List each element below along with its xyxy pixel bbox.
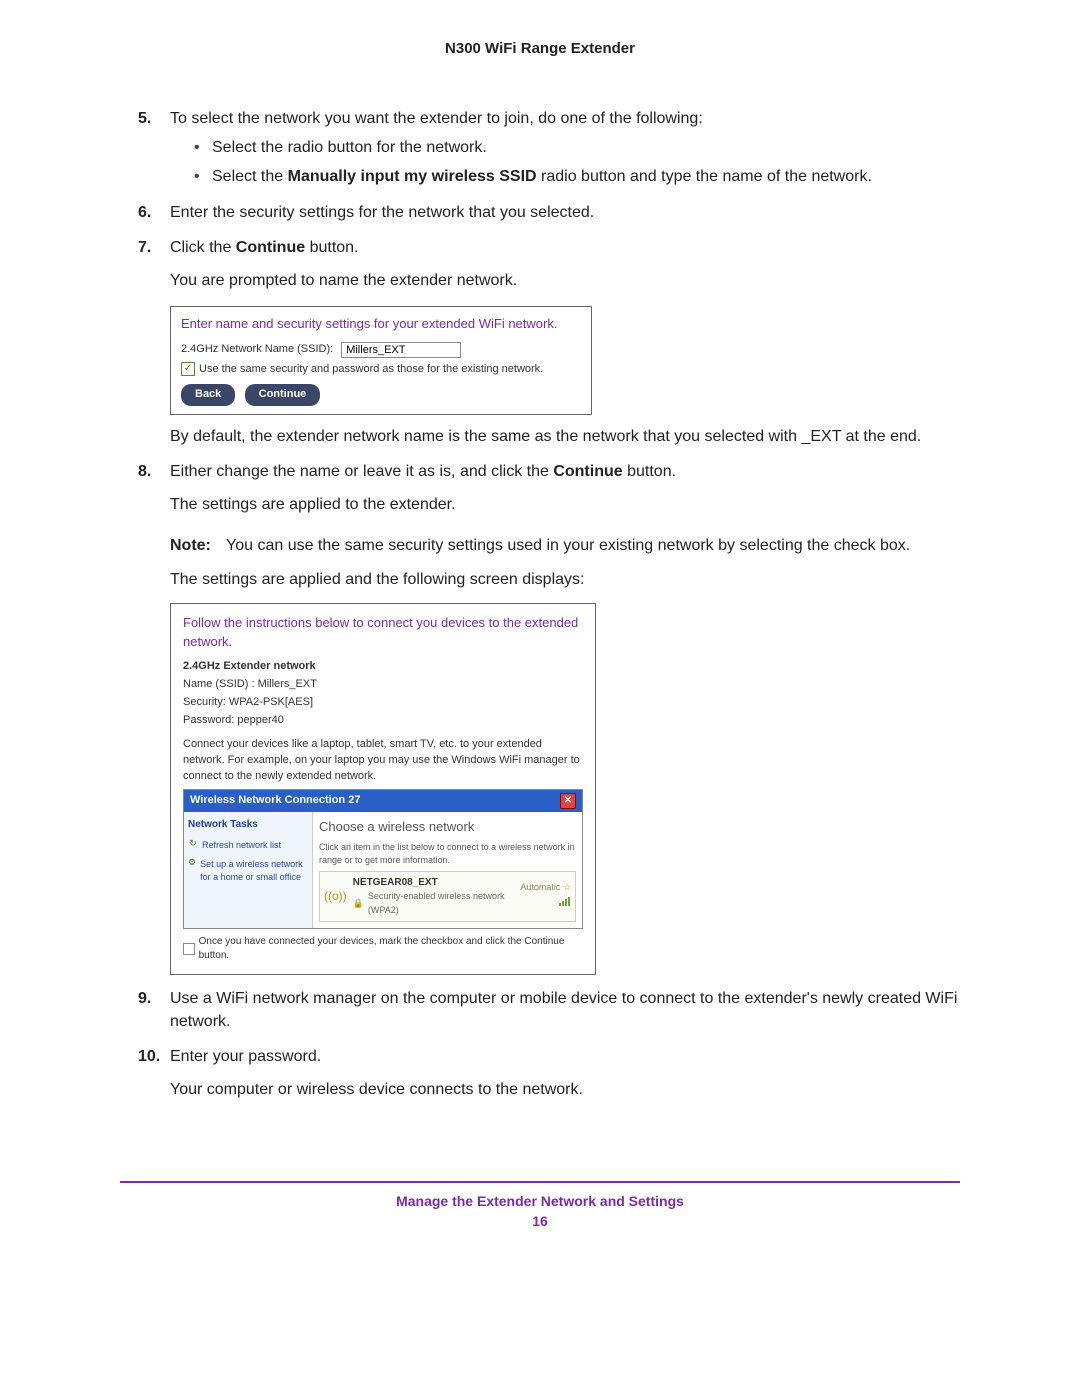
- step-5-num: 5.: [138, 107, 151, 130]
- shot2-ssid: Name (SSID) : Millers_EXT: [183, 677, 583, 693]
- close-icon[interactable]: ✕: [560, 793, 576, 809]
- xp-network-item[interactable]: ((o)) NETGEAR08_EXT 🔒 Security-enabled w…: [319, 871, 576, 922]
- shot1-ssid-label: 2.4GHz Network Name (SSID):: [181, 342, 333, 358]
- step-10-num: 10.: [138, 1045, 160, 1068]
- xp-main-sub: Click an item in the list below to conne…: [319, 841, 576, 867]
- step-7-after: By default, the extender network name is…: [170, 425, 960, 448]
- step-8-num: 8.: [138, 460, 151, 483]
- footer-text: Manage the Extender Network and Settings: [120, 1193, 960, 1209]
- step-5-bullet-1: Select the radio button for the network.: [190, 136, 960, 159]
- wifi-icon: ((o)): [324, 888, 347, 905]
- lock-icon: 🔒: [353, 897, 364, 910]
- shot2-final-text: Once you have connected your devices, ma…: [199, 935, 583, 964]
- step-6-num: 6.: [138, 201, 151, 224]
- xp-task-refresh[interactable]: ↻ Refresh network list: [188, 839, 308, 852]
- step-9: 9. Use a WiFi network manager on the com…: [120, 987, 960, 1033]
- screenshot-connect-instructions: Follow the instructions below to connect…: [170, 603, 596, 975]
- step-7-para: You are prompted to name the extender ne…: [170, 269, 960, 292]
- shot1-title: Enter name and security settings for you…: [181, 315, 581, 334]
- step-5-text: To select the network you want the exten…: [170, 110, 703, 127]
- shot1-ssid-input[interactable]: [341, 342, 461, 358]
- step-7-num: 7.: [138, 236, 151, 259]
- step-8-para1: The settings are applied to the extender…: [170, 493, 960, 516]
- setup-icon: ⚙: [188, 858, 196, 868]
- xp-task-setup[interactable]: ⚙ Set up a wireless network for a home o…: [188, 858, 308, 884]
- step-8-para2: The settings are applied and the followi…: [170, 568, 960, 591]
- step-9-num: 9.: [138, 987, 151, 1010]
- step-10-text: Enter your password.: [170, 1048, 321, 1065]
- step-8: 8. Either change the name or leave it as…: [120, 460, 960, 975]
- shot1-checkbox-icon[interactable]: ✓: [181, 362, 195, 376]
- shot2-final-checkbox[interactable]: [183, 943, 195, 955]
- screenshot-name-security: Enter name and security settings for you…: [170, 306, 592, 415]
- header-title: N300 WiFi Range Extender: [120, 40, 960, 57]
- step-10-para: Your computer or wireless device connect…: [170, 1078, 960, 1101]
- shot2-desc: Connect your devices like a laptop, tabl…: [183, 737, 583, 785]
- xp-title-text: Wireless Network Connection 27: [190, 793, 360, 809]
- step-9-text: Use a WiFi network manager on the comput…: [170, 990, 957, 1030]
- page-number: 16: [120, 1213, 960, 1229]
- xp-net-security: Security-enabled wireless network (WPA2): [368, 890, 514, 916]
- step-8-note: Note: You can use the same security sett…: [170, 534, 960, 557]
- star-icon: ☆: [563, 882, 571, 892]
- footer: Manage the Extender Network and Settings…: [120, 1181, 960, 1229]
- step-6-text: Enter the security settings for the netw…: [170, 204, 594, 221]
- step-6: 6. Enter the security settings for the n…: [120, 201, 960, 224]
- note-label: Note:: [170, 534, 226, 557]
- xp-tasks-title: Network Tasks: [188, 818, 308, 833]
- signal-icon: [557, 894, 571, 904]
- xp-net-auto: Automatic: [520, 882, 560, 892]
- step-7: 7. Click the Continue button. You are pr…: [120, 236, 960, 448]
- refresh-icon: ↻: [188, 839, 198, 849]
- shot2-security: Security: WPA2-PSK[AES]: [183, 695, 583, 711]
- step-8-text: Either change the name or leave it as is…: [170, 463, 676, 480]
- shot1-back-button[interactable]: Back: [181, 384, 235, 406]
- step-10: 10. Enter your password. Your computer o…: [120, 1045, 960, 1101]
- xp-wifi-window: Wireless Network Connection 27 ✕ Network…: [183, 789, 583, 929]
- shot2-title: Follow the instructions below to connect…: [183, 614, 583, 652]
- shot1-continue-button[interactable]: Continue: [245, 384, 321, 406]
- step-5-bullet-2: Select the Manually input my wireless SS…: [190, 165, 960, 188]
- shot1-checkbox-label: Use the same security and password as th…: [199, 362, 543, 378]
- step-5: 5. To select the network you want the ex…: [120, 107, 960, 189]
- xp-main-title: Choose a wireless network: [319, 818, 576, 837]
- step-7-text: Click the Continue button.: [170, 239, 359, 256]
- note-text: You can use the same security settings u…: [226, 534, 960, 557]
- xp-net-name: NETGEAR08_EXT: [353, 876, 515, 891]
- shot2-section: 2.4GHz Extender network: [183, 659, 583, 675]
- shot2-password: Password: pepper40: [183, 713, 583, 729]
